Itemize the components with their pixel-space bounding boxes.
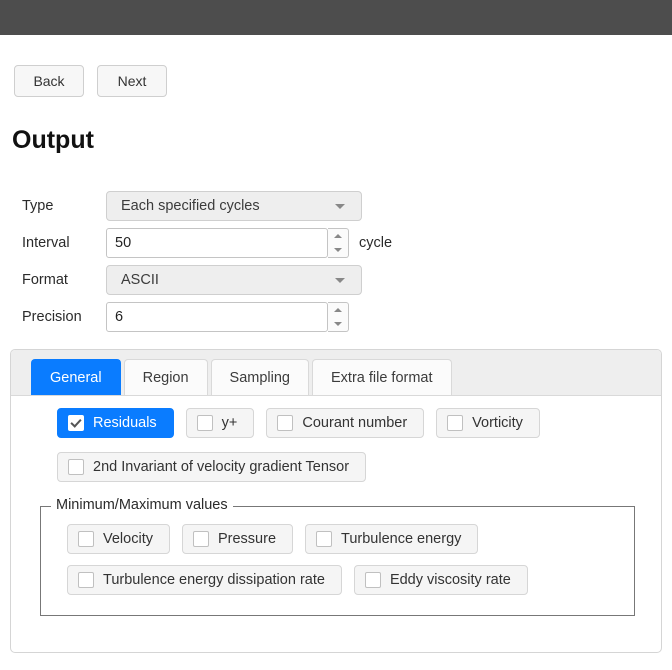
checkbox-courant-number[interactable]: Courant number	[266, 408, 425, 438]
chevron-down-icon	[335, 203, 345, 209]
tab-body-general: Residuals y+ Courant number Vorticity 2nd I…	[11, 396, 661, 652]
back-button[interactable]: Back	[14, 65, 84, 97]
tab-label: Region	[142, 369, 189, 386]
checkbox-velocity[interactable]: Velocity	[67, 524, 170, 554]
type-field-wrap: Each specified cycles	[106, 190, 362, 221]
checkbox-box-icon[interactable]	[68, 459, 84, 475]
interval-label: Interval	[22, 234, 70, 251]
format-select[interactable]: ASCII	[106, 264, 362, 295]
checkbox-residuals[interactable]: Residuals	[57, 408, 174, 438]
precision-stepper-up-icon[interactable]	[328, 303, 348, 317]
tab-extra-file-format[interactable]: Extra file format	[312, 359, 452, 395]
interval-stepper-up-icon[interactable]	[328, 229, 348, 243]
wizard-navigation: Back Next	[14, 65, 167, 97]
checkbox-box-icon[interactable]	[447, 415, 464, 431]
interval-unit-label: cycle	[359, 234, 393, 251]
tab-general[interactable]: General	[31, 359, 121, 395]
output-tab-panel: General Region Sampling Extra file format R…	[10, 349, 662, 653]
next-button[interactable]: Next	[97, 65, 167, 97]
checkbox-turbulence-energy-dissipation-rate[interactable]: Turbulence energy dissipation rate	[67, 565, 342, 595]
format-select-value: ASCII	[121, 271, 159, 288]
page-title: Output	[12, 126, 94, 154]
checkbox-label: Eddy viscosity rate	[389, 572, 511, 588]
checkbox-y[interactable]: y+	[185, 408, 255, 438]
checkbox-box-icon[interactable]	[277, 415, 294, 431]
minmax-checkbox-row-2: Turbulence energy dissipation rate Eddy v…	[67, 565, 528, 595]
interval-stepper-down-icon[interactable]	[328, 243, 348, 257]
tab-label: Sampling	[229, 369, 290, 386]
checkbox-label: Velocity	[103, 531, 153, 547]
interval-stepper[interactable]	[328, 227, 349, 258]
checkbox-label: Vorticity	[472, 415, 523, 431]
checkbox-eddy-viscosity-rate[interactable]: Eddy viscosity rate	[353, 565, 528, 595]
general-checkbox-row-1: Residuals y+ Courant number Vorticity	[57, 408, 540, 438]
form-row-type: Type Each specified cycles	[0, 187, 672, 224]
checkbox-turbulence-energy[interactable]: Turbulence energy	[305, 524, 479, 554]
tab-sampling[interactable]: Sampling	[210, 359, 309, 395]
interval-field-wrap: 50 cycle	[106, 227, 393, 258]
minmax-checkbox-row-1: Velocity Pressure Turbulence energy	[67, 524, 479, 554]
precision-label: Precision	[22, 308, 82, 325]
checkbox-label: Turbulence energy dissipation rate	[103, 572, 325, 588]
tab-strip: General Region Sampling Extra file format	[11, 350, 661, 396]
type-select-value: Each specified cycles	[121, 197, 260, 214]
chevron-down-icon	[335, 277, 345, 283]
form-row-interval: Interval 50 cycle	[0, 224, 672, 261]
general-checkbox-row-2: 2nd Invariant of velocity gradient Tenso…	[57, 452, 367, 482]
type-label: Type	[22, 197, 54, 214]
output-settings-form: Type Each specified cycles Interval 50 c…	[0, 187, 672, 335]
checkbox-label: Residuals	[93, 415, 157, 431]
checkbox-box-icon[interactable]	[78, 531, 94, 547]
precision-stepper-down-icon[interactable]	[328, 317, 348, 331]
form-row-precision: Precision 6	[0, 298, 672, 335]
checkbox-box-icon[interactable]	[316, 531, 333, 547]
checkbox-box-icon[interactable]	[192, 531, 209, 547]
tab-label: General	[50, 369, 102, 386]
checkmark-icon[interactable]	[68, 415, 84, 431]
checkbox-vorticity[interactable]: Vorticity	[436, 408, 540, 438]
minmax-group-title: Minimum/Maximum values	[51, 497, 233, 513]
checkbox-box-icon[interactable]	[364, 572, 381, 588]
format-field-wrap: ASCII	[106, 264, 362, 295]
checkbox-pressure[interactable]: Pressure	[181, 524, 294, 554]
precision-stepper[interactable]	[328, 301, 349, 332]
window-titlebar	[0, 0, 672, 35]
checkbox-box-icon[interactable]	[196, 415, 213, 431]
type-select[interactable]: Each specified cycles	[106, 190, 362, 221]
checkbox-2nd-invariant-of-velocity-gradient-tensor[interactable]: 2nd Invariant of velocity gradient Tenso…	[57, 452, 367, 482]
form-row-format: Format ASCII	[0, 261, 672, 298]
tab-region[interactable]: Region	[123, 359, 208, 395]
tab-label: Extra file format	[331, 369, 433, 386]
precision-field-wrap: 6	[106, 301, 349, 332]
interval-input[interactable]: 50	[106, 227, 328, 258]
checkbox-label: Pressure	[217, 531, 277, 547]
checkbox-label: 2nd Invariant of velocity gradient Tenso…	[93, 459, 350, 475]
precision-input[interactable]: 6	[106, 301, 328, 332]
checkbox-label: Turbulence energy	[341, 531, 462, 547]
checkbox-box-icon[interactable]	[78, 572, 94, 588]
checkbox-label: y+	[221, 415, 238, 431]
format-label: Format	[22, 271, 68, 288]
minmax-values-group: Minimum/Maximum values Velocity Pressure T…	[40, 497, 635, 616]
checkbox-label: Courant number	[302, 415, 408, 431]
